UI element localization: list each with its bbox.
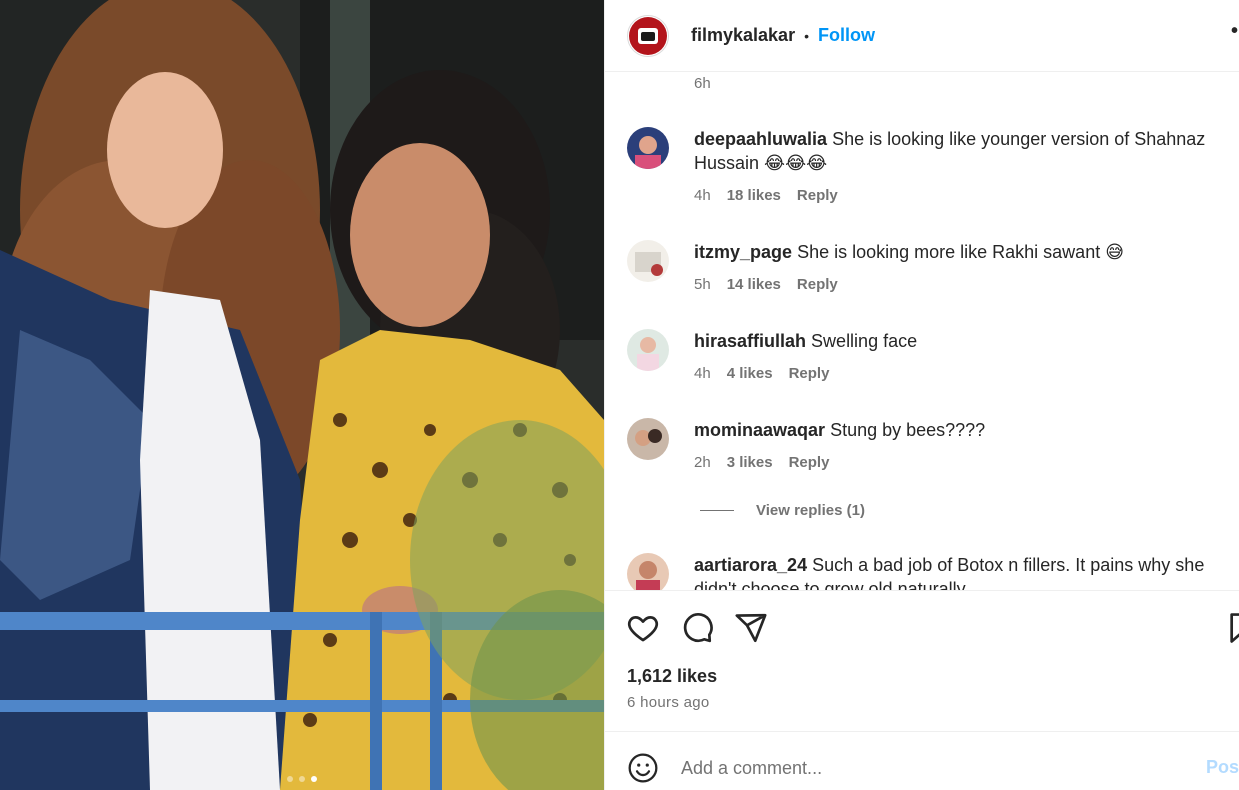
bookmark-icon[interactable] (1226, 611, 1239, 645)
reply-button[interactable]: Reply (797, 276, 838, 293)
comment-meta: 4h 18 likes Reply (694, 187, 838, 204)
commenter-avatar[interactable] (627, 418, 669, 460)
header-separator: • (804, 27, 809, 44)
comment-input[interactable] (681, 750, 1201, 786)
comment-time: 6h (694, 75, 711, 92)
post-image[interactable] (0, 0, 604, 790)
carousel-dot (299, 776, 305, 782)
view-replies-label: View replies (1) (756, 502, 865, 519)
comment-time: 5h (694, 276, 711, 293)
film-logo-icon (629, 16, 667, 55)
add-comment-bar: Post (605, 731, 1239, 790)
comment-likes[interactable]: 3 likes (727, 454, 773, 471)
commenter-username[interactable]: deepaahluwalia (694, 129, 827, 149)
reply-button[interactable]: Reply (797, 187, 838, 204)
carousel-dot-active (311, 776, 317, 782)
post-photo-illustration (0, 0, 604, 790)
comment-likes[interactable]: 18 likes (727, 187, 781, 204)
comment-likes[interactable]: 4 likes (727, 365, 773, 382)
follow-button[interactable]: Follow (818, 25, 875, 46)
comments-list[interactable]: 6h deepaahluwalia She is looking like yo… (605, 72, 1239, 590)
comment-time: 4h (694, 187, 711, 204)
comment-meta: 5h 14 likes Reply (694, 276, 838, 293)
comment-text: Stung by bees???? (830, 420, 986, 440)
commenter-username[interactable]: itzmy_page (694, 242, 792, 262)
carousel-dot (287, 776, 293, 782)
view-replies-button[interactable]: View replies (1) (700, 502, 865, 519)
reply-button[interactable]: Reply (789, 454, 830, 471)
author-avatar[interactable] (627, 14, 669, 57)
commenter-username[interactable]: aartiarora_24 (694, 555, 807, 575)
post-header: filmykalakar • Follow •• (605, 0, 1239, 72)
commenter-avatar[interactable] (627, 553, 669, 590)
post-actions (605, 590, 1239, 660)
comment-time: 2h (694, 454, 711, 471)
comment-text: Swelling face (811, 331, 918, 351)
carousel-indicator (0, 776, 604, 782)
reply-button[interactable]: Reply (789, 365, 830, 382)
divider (700, 510, 734, 511)
likes-count[interactable]: 1,612 likes (627, 666, 717, 687)
post-side-panel: filmykalakar • Follow •• 6h deepaahluwal… (604, 0, 1239, 790)
author-username[interactable]: filmykalakar (691, 25, 795, 46)
emoji-icon[interactable] (627, 752, 659, 784)
comment-meta: 4h 4 likes Reply (694, 365, 829, 382)
share-icon[interactable] (734, 611, 768, 645)
commenter-username[interactable]: mominaawaqar (694, 420, 825, 440)
comment-text: She is looking more like Rakhi sawant 😅 (797, 242, 1124, 262)
commenter-avatar[interactable] (627, 329, 669, 371)
comment-likes[interactable]: 14 likes (727, 276, 781, 293)
comment-time: 4h (694, 365, 711, 382)
more-options-icon[interactable]: •• (1231, 20, 1239, 43)
comment-icon[interactable] (680, 611, 714, 645)
commenter-avatar[interactable] (627, 127, 669, 169)
post-comment-button[interactable]: Post (1206, 757, 1239, 778)
heart-icon[interactable] (626, 611, 660, 645)
post-timestamp: 6 hours ago (627, 694, 710, 711)
comment-meta: 2h 3 likes Reply (694, 454, 829, 471)
commenter-username[interactable]: hirasaffiullah (694, 331, 806, 351)
commenter-avatar[interactable] (627, 240, 669, 282)
